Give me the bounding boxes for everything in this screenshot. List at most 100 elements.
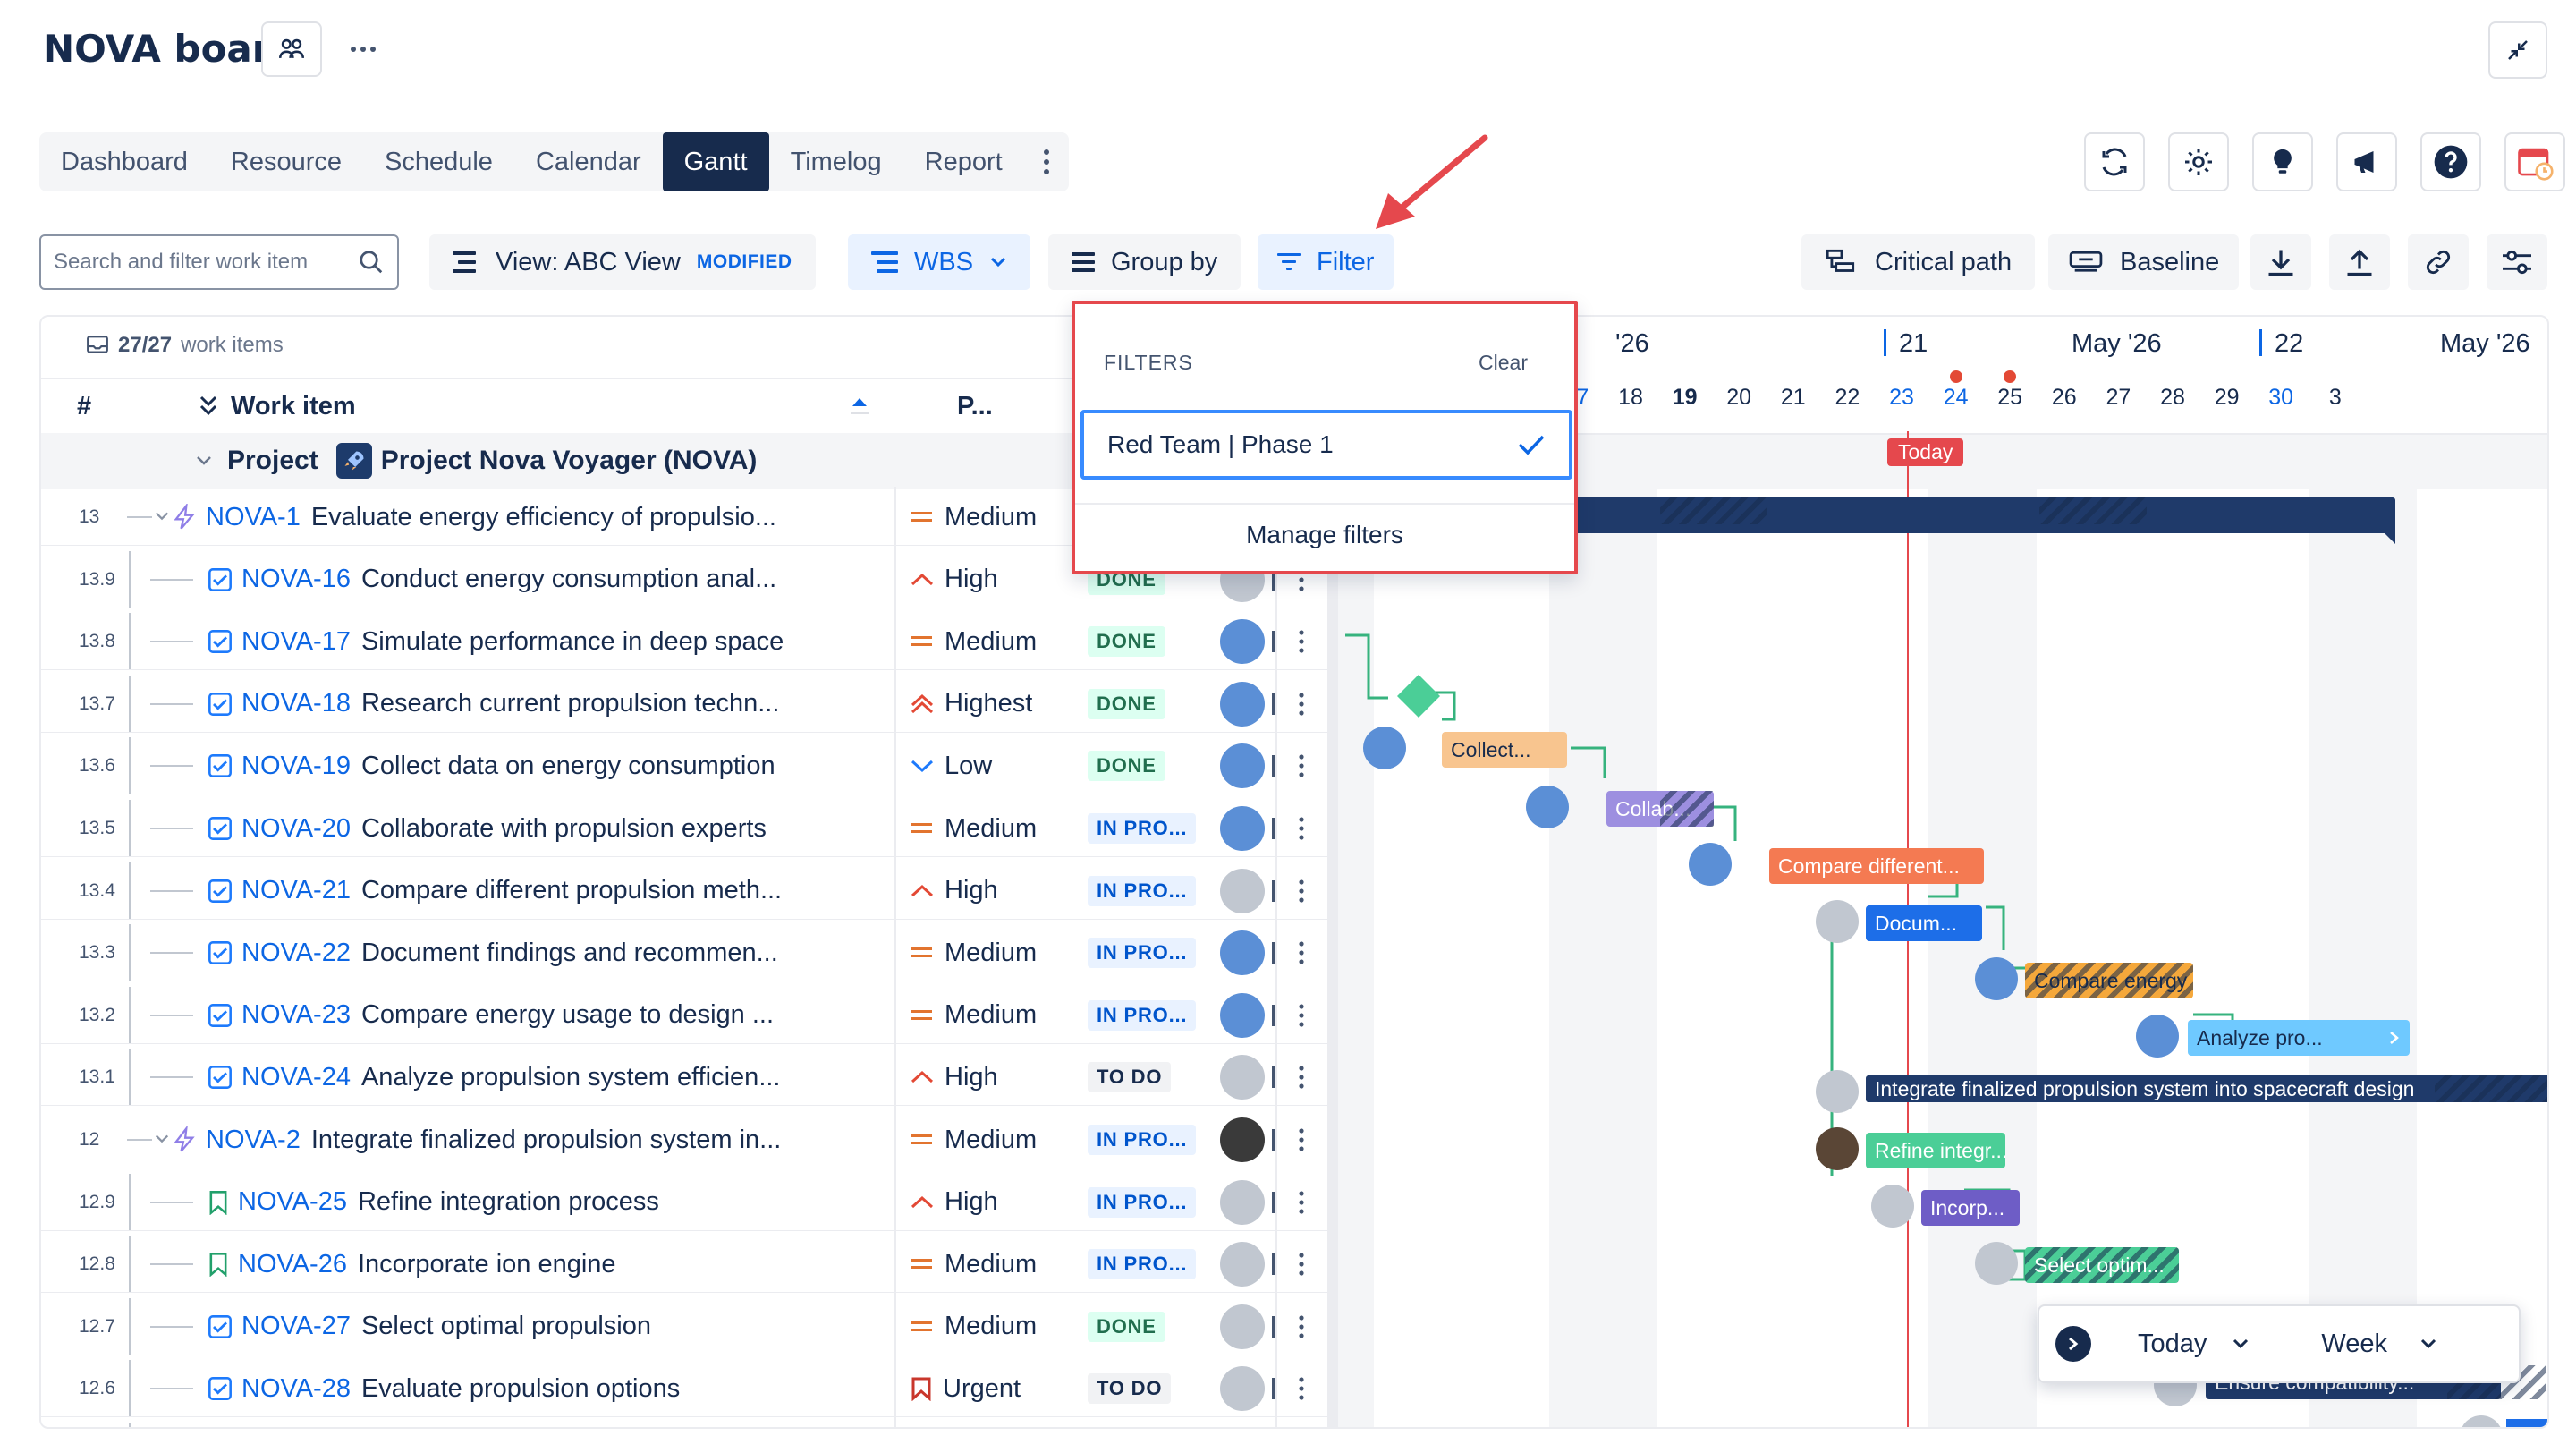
work-item-cell[interactable]: NOVA-21 Compare different propulsion met… bbox=[208, 876, 883, 905]
status-badge[interactable]: TO DO bbox=[1088, 1373, 1172, 1405]
chevron-down-icon[interactable] bbox=[195, 455, 213, 467]
work-item-key[interactable]: NOVA-24 bbox=[242, 1063, 351, 1092]
work-item-cell[interactable]: NOVA-18 Research current propulsion tech… bbox=[208, 689, 883, 718]
work-item-summary[interactable]: Collaborate with propulsion experts bbox=[361, 814, 767, 844]
tab-schedule[interactable]: Schedule bbox=[363, 132, 514, 191]
more-options-button[interactable] bbox=[338, 21, 388, 77]
filter-option-red-team-phase-1[interactable]: Red Team | Phase 1 bbox=[1080, 410, 1572, 480]
search-input[interactable]: Search and filter work item bbox=[54, 250, 358, 275]
tab-calendar[interactable]: Calendar bbox=[514, 132, 663, 191]
tab-timelog[interactable]: Timelog bbox=[769, 132, 903, 191]
work-item-cell[interactable]: NOVA-2 Integrate finalized propulsion sy… bbox=[172, 1126, 883, 1155]
link-button[interactable] bbox=[2408, 234, 2469, 290]
chevron-down-icon[interactable] bbox=[154, 1133, 170, 1145]
filter-button[interactable]: Filter bbox=[1258, 234, 1394, 290]
wbs-button[interactable]: WBS bbox=[848, 234, 1031, 290]
bar-analyze[interactable]: Analyze pro... bbox=[2188, 1020, 2410, 1056]
vertical-more-icon[interactable] bbox=[1298, 754, 1305, 777]
vertical-more-icon[interactable] bbox=[1298, 1128, 1305, 1151]
work-item-key[interactable]: NOVA-25 bbox=[238, 1187, 347, 1217]
status-badge[interactable]: DONE bbox=[1088, 1311, 1165, 1342]
status-badge[interactable]: TO DO bbox=[1088, 1062, 1172, 1093]
work-item-summary[interactable]: Document findings and recommen... bbox=[361, 939, 778, 968]
vertical-more-icon[interactable] bbox=[1298, 1066, 1305, 1089]
sort-ascending-icon[interactable] bbox=[848, 395, 871, 417]
column-header-priority[interactable]: P... bbox=[957, 379, 993, 433]
priority-cell[interactable]: Medium bbox=[911, 814, 1037, 844]
work-item-summary[interactable]: Compare energy usage to design ... bbox=[361, 1000, 774, 1030]
bar-next[interactable] bbox=[2506, 1419, 2547, 1427]
team-button[interactable] bbox=[261, 21, 322, 77]
priority-cell[interactable]: High bbox=[911, 565, 998, 594]
priority-cell[interactable]: Low bbox=[911, 752, 992, 781]
vertical-more-icon[interactable] bbox=[1298, 1315, 1305, 1338]
clear-filters-button[interactable]: Clear bbox=[1479, 351, 1528, 375]
work-item-cell[interactable]: NOVA-27 Select optimal propulsion bbox=[208, 1312, 883, 1341]
collapse-button[interactable] bbox=[2488, 21, 2547, 79]
work-item-cell[interactable]: NOVA-1 Evaluate energy efficiency of pro… bbox=[172, 503, 883, 532]
status-badge[interactable]: IN PRO... bbox=[1088, 875, 1197, 906]
table-row[interactable]: 13.5 NOVA-20 Collaborate with propulsion… bbox=[41, 800, 1329, 857]
priority-cell[interactable]: Medium bbox=[911, 1000, 1037, 1030]
work-item-cell[interactable]: NOVA-19 Collect data on energy consumpti… bbox=[208, 752, 883, 781]
critical-path-button[interactable]: Critical path bbox=[1801, 234, 2036, 290]
scroll-to-today-button[interactable] bbox=[2055, 1326, 2091, 1362]
milestone-diamond[interactable] bbox=[1395, 673, 1442, 719]
status-badge[interactable]: IN PRO... bbox=[1088, 813, 1197, 844]
work-item-summary[interactable]: Refine integration process bbox=[358, 1187, 659, 1217]
vertical-more-icon[interactable] bbox=[1298, 941, 1305, 964]
tips-button[interactable] bbox=[2252, 132, 2313, 191]
chevron-down-icon[interactable] bbox=[154, 510, 170, 523]
work-item-key[interactable]: NOVA-22 bbox=[242, 939, 351, 968]
bar-compare-energy[interactable]: Compare energy u... bbox=[2025, 963, 2193, 998]
status-badge[interactable]: IN PRO... bbox=[1088, 1249, 1197, 1280]
work-item-key[interactable]: NOVA-18 bbox=[242, 689, 351, 718]
work-item-cell[interactable]: NOVA-20 Collaborate with propulsion expe… bbox=[208, 814, 883, 844]
table-row[interactable]: 12.9 NOVA-25 Refine integration process … bbox=[41, 1173, 1329, 1231]
work-item-cell[interactable]: NOVA-28 Evaluate propulsion options bbox=[208, 1374, 883, 1404]
announcements-button[interactable] bbox=[2336, 132, 2397, 191]
table-row[interactable]: 12 NOVA-2 Integrate finalized propulsion… bbox=[41, 1111, 1329, 1168]
tab-report[interactable]: Report bbox=[903, 132, 1024, 191]
tab-dashboard[interactable]: Dashboard bbox=[39, 132, 209, 191]
work-item-summary[interactable]: Analyze propulsion system efficien... bbox=[361, 1063, 781, 1092]
work-item-key[interactable]: NOVA-27 bbox=[242, 1312, 351, 1341]
bar-compare[interactable]: Compare different... bbox=[1769, 848, 1984, 884]
work-item-summary[interactable]: Incorporate ion engine bbox=[358, 1250, 616, 1279]
today-dropdown[interactable]: Today bbox=[2138, 1330, 2250, 1359]
search-field[interactable]: Search and filter work item bbox=[39, 234, 399, 290]
status-badge[interactable]: DONE bbox=[1088, 688, 1165, 719]
work-item-cell[interactable]: NOVA-26 Incorporate ion engine bbox=[208, 1250, 883, 1279]
bar-collect[interactable]: Collect... bbox=[1442, 732, 1567, 768]
work-item-cell[interactable]: NOVA-16 Conduct energy consumption anal.… bbox=[208, 565, 883, 594]
vertical-more-icon[interactable] bbox=[1298, 1377, 1305, 1400]
vertical-more-icon[interactable] bbox=[1298, 630, 1305, 653]
table-row[interactable]: 12.6 NOVA-28 Evaluate propulsion options… bbox=[41, 1360, 1329, 1418]
work-item-cell[interactable]: NOVA-22 Document findings and recommen..… bbox=[208, 939, 883, 968]
work-item-summary[interactable]: Research current propulsion techn... bbox=[361, 689, 779, 718]
tab-gantt[interactable]: Gantt bbox=[662, 132, 769, 191]
priority-cell[interactable]: Medium bbox=[911, 1250, 1037, 1279]
work-item-summary[interactable]: Compare different propulsion meth... bbox=[361, 876, 782, 905]
work-item-key[interactable]: NOVA-16 bbox=[242, 565, 351, 594]
vertical-more-icon[interactable] bbox=[1298, 1253, 1305, 1276]
work-item-summary[interactable]: Evaluate energy efficiency of propulsio.… bbox=[311, 503, 776, 532]
calendar-button[interactable] bbox=[2504, 132, 2565, 191]
priority-cell[interactable]: Medium bbox=[911, 503, 1037, 532]
view-selector-button[interactable]: View: ABC View MODIFIED bbox=[429, 234, 816, 290]
work-item-summary[interactable]: Select optimal propulsion bbox=[361, 1312, 651, 1341]
status-badge[interactable]: IN PRO... bbox=[1088, 1125, 1197, 1155]
status-badge[interactable]: IN PRO... bbox=[1088, 1186, 1197, 1218]
table-row[interactable]: 13.7 NOVA-18 Research current propulsion… bbox=[41, 675, 1329, 733]
vertical-more-icon[interactable] bbox=[1298, 1004, 1305, 1027]
download-button[interactable] bbox=[2250, 234, 2311, 290]
upload-button[interactable] bbox=[2329, 234, 2390, 290]
work-item-key[interactable]: NOVA-26 bbox=[238, 1250, 347, 1279]
table-row[interactable]: 12.8 NOVA-26 Incorporate ion engine Medi… bbox=[41, 1236, 1329, 1294]
work-item-key[interactable]: NOVA-28 bbox=[242, 1374, 351, 1404]
priority-cell[interactable]: Highest bbox=[911, 689, 1032, 718]
column-header-work-item[interactable]: Work item bbox=[199, 379, 356, 433]
work-item-cell[interactable]: NOVA-25 Refine integration process bbox=[208, 1187, 883, 1217]
priority-cell[interactable]: Medium bbox=[911, 1312, 1037, 1341]
work-item-summary[interactable]: Integrate finalized propulsion system in… bbox=[311, 1126, 782, 1155]
